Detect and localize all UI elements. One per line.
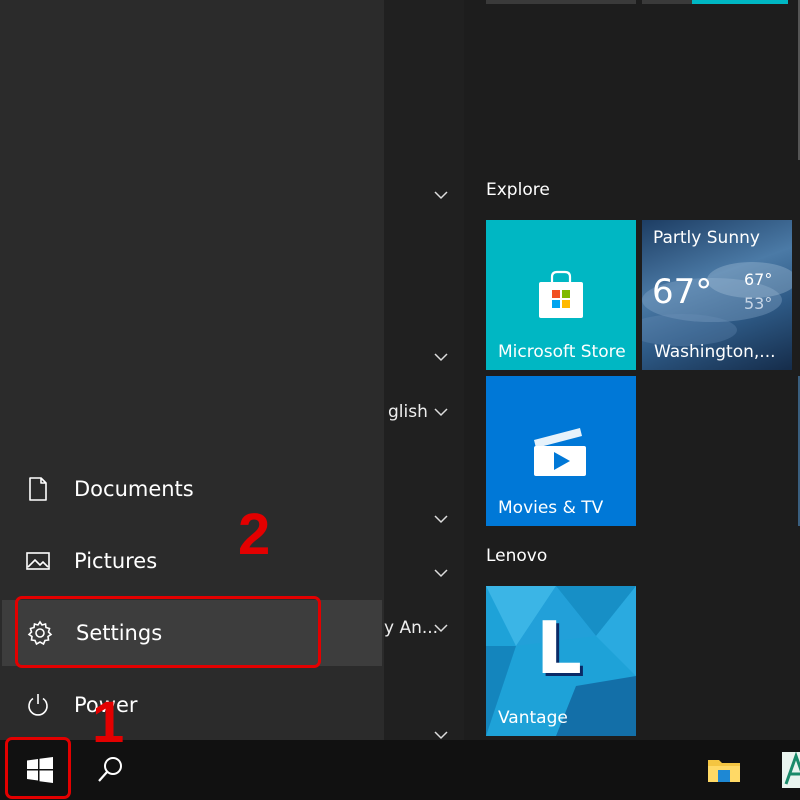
app-taskbar-icon[interactable]: [782, 752, 800, 788]
chevron-down-icon[interactable]: [434, 407, 448, 417]
microsoft-store-label: Microsoft Store: [498, 342, 626, 362]
start-button-highlight: [5, 737, 71, 799]
settings-highlight: [15, 596, 321, 668]
movies-tv-tile[interactable]: Movies & TV: [486, 376, 636, 526]
pictures-button[interactable]: Pictures: [0, 528, 384, 594]
tiles-area: Explore Microsoft Store Partly Sunny 67°…: [464, 0, 800, 740]
documents-button[interactable]: Documents: [0, 456, 384, 522]
tile-edge: [642, 0, 692, 4]
tile-edge: [692, 0, 788, 4]
store-bag-icon: [535, 268, 587, 324]
search-icon[interactable]: [94, 754, 126, 786]
chevron-down-icon[interactable]: [434, 514, 448, 524]
tile-edge: [486, 0, 636, 4]
documents-label: Documents: [74, 477, 194, 501]
group-title-explore[interactable]: Explore: [486, 180, 550, 200]
group-title-lenovo[interactable]: Lenovo: [486, 546, 547, 566]
step-number-1: 1: [92, 690, 125, 755]
vantage-label: Vantage: [498, 708, 568, 728]
step-number-2: 2: [238, 502, 271, 567]
chevron-down-icon[interactable]: [434, 623, 448, 633]
app-list-item-label[interactable]: glish: [388, 402, 428, 422]
vantage-tile[interactable]: L Vantage: [486, 586, 636, 736]
weather-tile[interactable]: Partly Sunny 67° 67° 53° Washington,...: [642, 220, 792, 370]
chevron-down-icon[interactable]: [434, 352, 448, 362]
movies-tv-label: Movies & TV: [498, 498, 604, 518]
clapperboard-icon: [532, 426, 588, 482]
chevron-down-icon[interactable]: [434, 190, 448, 200]
power-icon: [24, 691, 52, 719]
chevron-down-icon[interactable]: [434, 730, 448, 740]
weather-condition: Partly Sunny: [653, 228, 760, 248]
microsoft-store-tile[interactable]: Microsoft Store: [486, 220, 636, 370]
power-button[interactable]: Power: [0, 672, 384, 738]
weather-location: Washington,...: [654, 342, 776, 362]
app-list: glish y An...: [384, 0, 464, 740]
document-icon: [24, 475, 52, 503]
file-explorer-icon[interactable]: [706, 754, 742, 786]
weather-temp: 67°: [652, 272, 713, 312]
pictures-icon: [24, 547, 52, 575]
vantage-logo-letter: L: [536, 606, 582, 690]
pictures-label: Pictures: [74, 549, 158, 573]
chevron-down-icon[interactable]: [434, 568, 448, 578]
weather-high: 67°: [744, 270, 773, 289]
weather-low: 53°: [744, 294, 773, 313]
app-list-item-label[interactable]: y An...: [384, 618, 438, 638]
